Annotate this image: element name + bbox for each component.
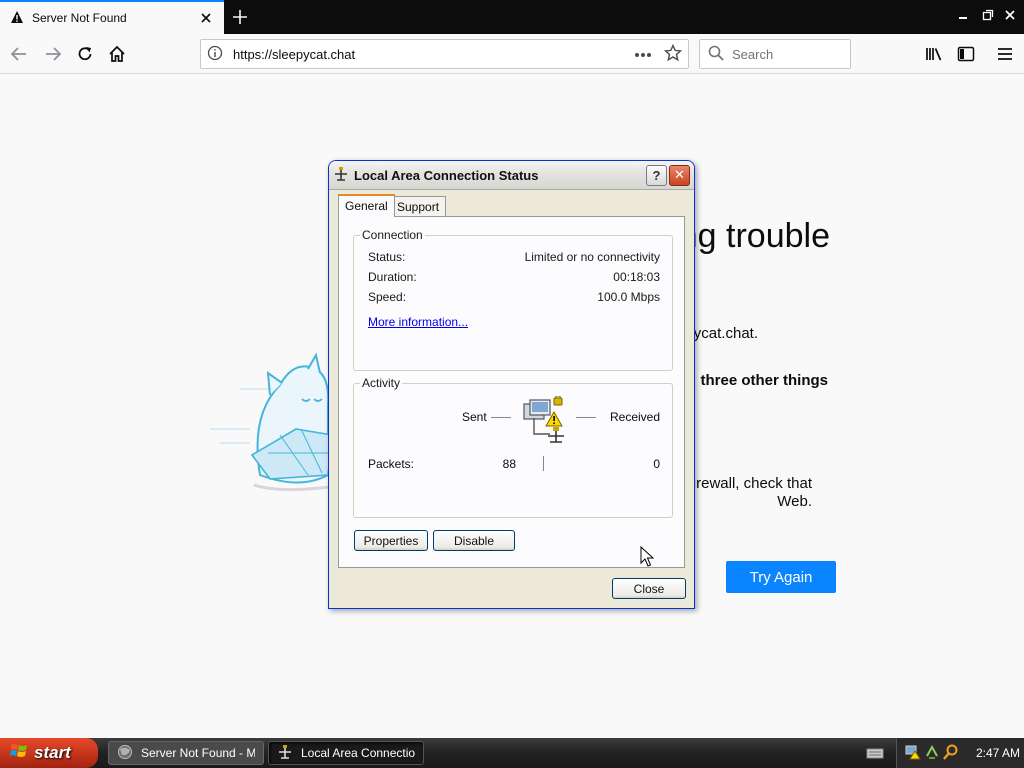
packets-sent-value: 88: [502, 457, 516, 471]
library-icon[interactable]: [920, 40, 948, 68]
network-connection-icon: [333, 166, 349, 185]
network-warning-icon: [520, 395, 570, 446]
warning-icon: [10, 10, 24, 27]
tab-strip: Server Not Found: [0, 0, 1024, 34]
packets-label: Packets:: [368, 457, 415, 471]
status-row: Status: Limited or no connectivity: [368, 250, 660, 264]
search-icon: [708, 45, 724, 64]
speed-label: Speed:: [368, 290, 407, 304]
minimize-icon[interactable]: [953, 5, 973, 25]
taskbar-item-firefox[interactable]: Server Not Found - M...: [108, 741, 264, 765]
received-label: Received: [610, 410, 661, 424]
taskbar-item-connection-status[interactable]: Local Area Connectio...: [268, 741, 424, 765]
url-text[interactable]: https://sleepycat.chat: [233, 47, 634, 62]
taskbar-item-label: Local Area Connectio...: [301, 746, 415, 760]
search-tray-icon[interactable]: [943, 744, 959, 763]
properties-button[interactable]: Properties: [354, 530, 428, 551]
nav-toolbar: https://sleepycat.chat: [0, 34, 1024, 74]
sent-line: [491, 417, 511, 418]
home-icon[interactable]: [103, 40, 131, 68]
taskbar-item-label: Server Not Found - M...: [141, 746, 255, 760]
close-tab-icon[interactable]: [198, 10, 214, 26]
taskbar: start Server Not Found - M... Local Area…: [0, 738, 1024, 768]
firefox-icon: [117, 744, 133, 763]
sidebar-icon[interactable]: [952, 40, 980, 68]
status-label: Status:: [368, 250, 406, 264]
packets-divider: [543, 456, 544, 471]
forward-arrow-icon[interactable]: [39, 40, 67, 68]
duration-row: Duration: 00:18:03: [368, 270, 660, 284]
tab-support[interactable]: Support: [390, 196, 447, 217]
start-label: start: [34, 743, 71, 762]
search-bar[interactable]: [699, 39, 851, 69]
mouse-cursor-icon: [640, 545, 655, 568]
status-value: Limited or no connectivity: [524, 250, 660, 264]
dialog-close-icon[interactable]: ✕: [669, 164, 690, 186]
connection-legend: Connection: [360, 228, 425, 242]
duration-label: Duration:: [368, 270, 417, 284]
system-tray: 2:47 AM: [896, 738, 1024, 768]
network-tray-icon[interactable]: [924, 744, 940, 763]
tab-title: Server Not Found: [32, 11, 127, 25]
sleepy-cat-illustration: [210, 325, 340, 495]
connection-group: Connection Status: Limited or no connect…: [353, 228, 673, 371]
reload-icon[interactable]: [71, 40, 99, 68]
clock: 2:47 AM: [976, 746, 1021, 760]
duration-value: 00:18:03: [613, 270, 660, 284]
restore-icon[interactable]: [978, 5, 998, 25]
start-button[interactable]: start: [0, 738, 98, 768]
connection-status-dialog: Local Area Connection Status ? ✕ General…: [328, 160, 695, 609]
hamburger-menu-icon[interactable]: [991, 40, 1019, 68]
bookmark-star-icon[interactable]: [663, 43, 683, 65]
speed-value: 100.0 Mbps: [597, 290, 660, 304]
packets-received-value: 0: [653, 457, 660, 471]
new-tab-icon[interactable]: [228, 5, 252, 29]
tab-server-not-found[interactable]: Server Not Found: [0, 0, 224, 34]
activity-group: Activity Sent Received Packets: 88 0: [353, 376, 673, 518]
sent-label: Sent: [462, 410, 487, 424]
general-tab-panel: Connection Status: Limited or no connect…: [338, 216, 685, 568]
url-bar[interactable]: https://sleepycat.chat: [200, 39, 689, 69]
help-button[interactable]: ?: [646, 164, 667, 186]
speed-row: Speed: 100.0 Mbps: [368, 290, 660, 304]
windows-logo-icon: [10, 742, 28, 765]
keyboard-icon[interactable]: [866, 745, 884, 761]
activity-legend: Activity: [360, 376, 403, 390]
dialog-titlebar[interactable]: Local Area Connection Status ? ✕: [329, 161, 694, 190]
dialog-title: Local Area Connection Status: [354, 167, 539, 183]
received-line: [576, 417, 596, 418]
back-arrow-icon[interactable]: [5, 40, 33, 68]
close-button[interactable]: Close: [612, 578, 686, 599]
network-warning-tray-icon[interactable]: [905, 744, 921, 763]
tab-general[interactable]: General: [338, 194, 395, 217]
info-icon[interactable]: [207, 45, 223, 64]
more-information-link[interactable]: More information...: [368, 315, 468, 329]
page-actions-icon[interactable]: [634, 47, 652, 61]
network-connection-icon: [277, 744, 293, 763]
close-window-icon[interactable]: [1000, 5, 1020, 25]
disable-button[interactable]: Disable: [433, 530, 515, 551]
try-again-button[interactable]: Try Again: [726, 561, 836, 593]
search-input[interactable]: [732, 46, 842, 62]
